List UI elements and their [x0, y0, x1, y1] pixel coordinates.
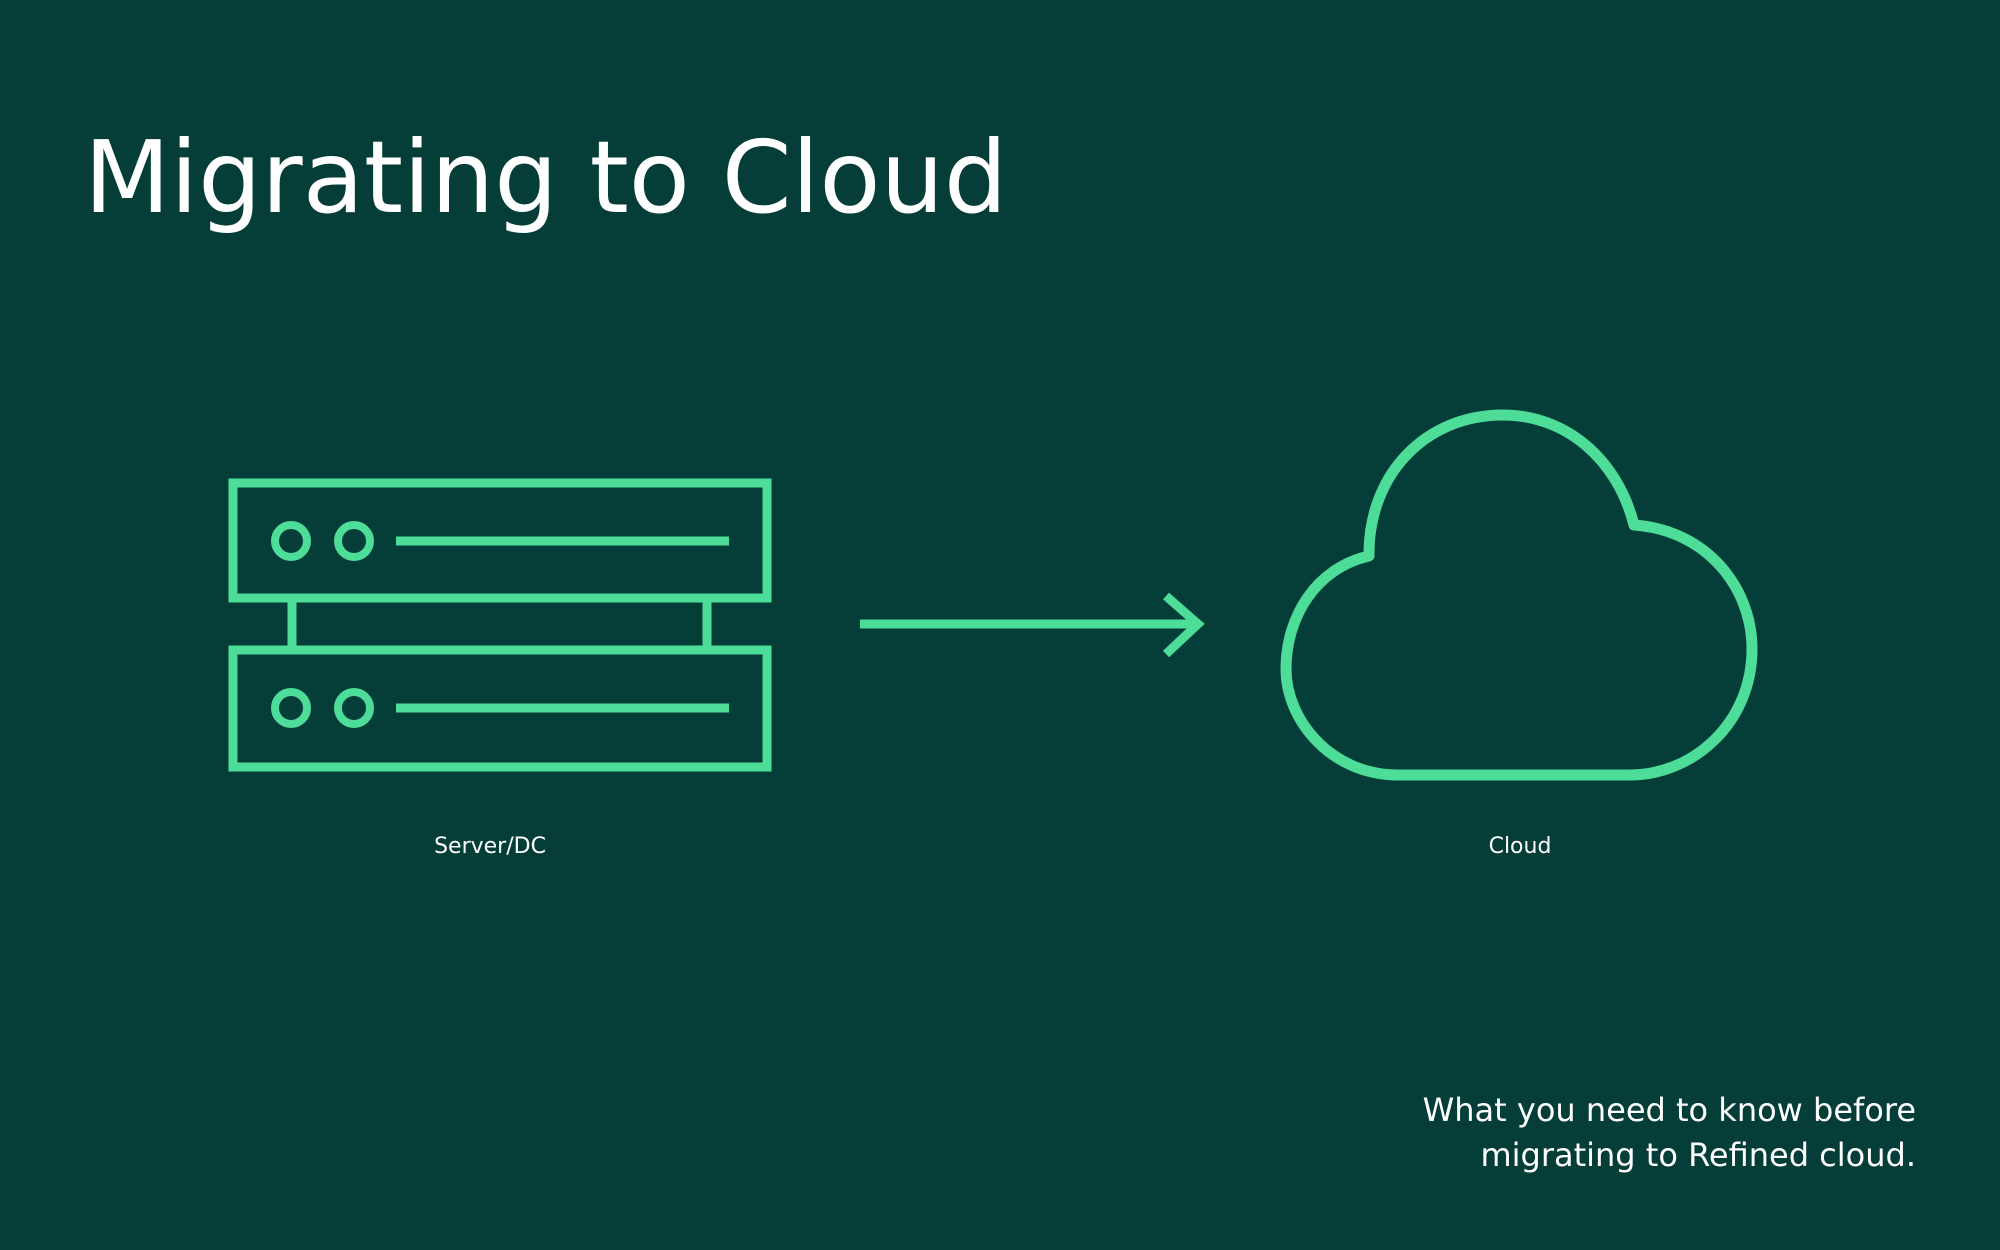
- server-led-2: [334, 521, 374, 561]
- cloud-icon: [1280, 409, 1758, 781]
- server-label: Server/DC: [434, 834, 546, 859]
- server-icon: [228, 478, 772, 772]
- server-led-1: [271, 521, 311, 561]
- server-led-4: [334, 688, 374, 728]
- cloud-label: Cloud: [1488, 834, 1552, 859]
- tagline: What you need to know before migrating t…: [1423, 1088, 1916, 1178]
- tagline-line-2: migrating to Refined cloud.: [1480, 1136, 1916, 1174]
- arrow-right-icon: [860, 592, 1205, 658]
- server-led-3: [271, 688, 311, 728]
- migration-diagram: [228, 409, 1758, 781]
- tagline-line-1: What you need to know before: [1422, 1091, 1916, 1129]
